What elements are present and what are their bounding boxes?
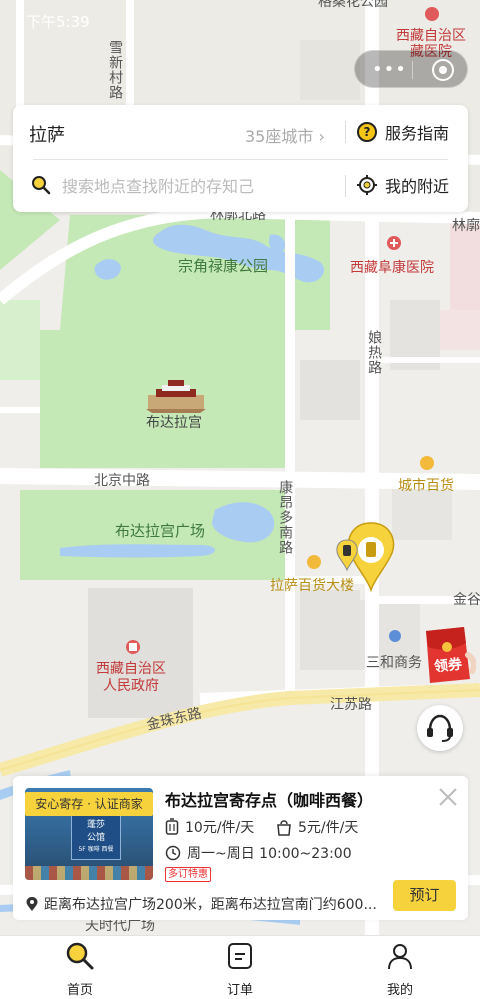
- map-view[interactable]: 宗角禄康公园 布达拉宫 布达拉宫广场 西藏自治区 藏医院 西藏阜康医院 西藏自治…: [0, 0, 480, 935]
- suitcase-icon: [165, 818, 179, 835]
- map-label-kangang-road: 康昂多南路: [277, 480, 294, 555]
- photo-sign-line2: 公馆: [86, 833, 105, 843]
- service-guide-label: 服务指南: [385, 124, 450, 143]
- map-label-potala: 布达拉宫: [146, 415, 202, 431]
- nearby-label: 我的附近: [385, 177, 450, 196]
- question-icon: ?: [357, 122, 377, 142]
- locate-icon: [357, 175, 377, 195]
- price-bag-text: 5元/件/天: [298, 820, 359, 836]
- order-icon: [228, 943, 252, 969]
- map-label-park: 宗角禄康公园: [178, 257, 269, 275]
- opening-hours-text: 周一~周日 10:00~23:00: [187, 846, 352, 862]
- coupon-button[interactable]: 领券: [420, 625, 478, 685]
- distance-text: 距离布达拉宫广场200米，距离布达拉宫南门约600...: [44, 897, 377, 913]
- more-icon[interactable]: •••: [372, 59, 407, 80]
- book-button[interactable]: 预订: [393, 880, 456, 911]
- map-label-jiangsu-road: 江苏路: [330, 697, 372, 713]
- certified-badge: 安心寄存 · 认证商家: [25, 792, 153, 816]
- city-selector[interactable]: 拉萨: [29, 121, 65, 147]
- tab-orders-label: 订单: [226, 983, 253, 998]
- search-icon: [32, 176, 51, 195]
- tab-profile[interactable]: 我的: [360, 941, 440, 998]
- service-guide-button[interactable]: ? 服务指南: [357, 120, 449, 144]
- price-luggage-text: 10元/件/天: [185, 820, 255, 836]
- photo-sign-line1: 蓬莎: [86, 820, 105, 830]
- nearby-button[interactable]: 我的附近: [357, 173, 449, 197]
- clock-icon: [165, 845, 181, 861]
- divider: [345, 121, 346, 143]
- map-label-xuexin-road: 雪新村路: [107, 40, 124, 100]
- close-icon[interactable]: [437, 786, 459, 808]
- store-name: 布达拉宫寄存点（咖啡西餐）: [165, 791, 374, 810]
- map-label-hospital-fk: 西藏阜康医院: [350, 260, 434, 276]
- divider: [33, 159, 448, 160]
- map-label-lhasa-store: 拉萨百货大楼: [270, 578, 354, 594]
- map-label-beijing-road: 北京中路: [94, 473, 150, 489]
- map-label-jingu: 金谷: [453, 592, 480, 608]
- status-time: 下午5:39: [26, 13, 90, 31]
- search-card: 拉萨 35座城市 › ? 服务指南 搜索地点查找附近的存知己 我的附近: [13, 105, 468, 212]
- gov-line1: 西藏自治区: [96, 661, 166, 677]
- map-label-times-square: 天时代广场: [85, 918, 155, 934]
- chevron-right-icon: ›: [318, 127, 325, 146]
- city-count-link[interactable]: 35座城市 ›: [245, 123, 325, 147]
- map-label-city-store: 城市百货: [398, 478, 454, 494]
- tab-home-label: 首页: [66, 983, 93, 998]
- gov-line2: 人民政府: [103, 678, 159, 694]
- price-bag: 5元/件/天: [276, 817, 358, 837]
- search-input[interactable]: [62, 175, 302, 197]
- map-label-linkuo: 林廓: [452, 218, 480, 234]
- hospital-top-line1: 西藏自治区: [396, 28, 466, 44]
- photo-decoration: [25, 866, 153, 880]
- divider: [345, 175, 346, 197]
- city-count-text: 35座城市: [245, 127, 314, 146]
- search-icon: [66, 942, 94, 970]
- map-label-square: 布达拉宫广场: [115, 522, 206, 540]
- location-pin-icon: [26, 897, 38, 911]
- store-card[interactable]: 蓬莎 公馆 5F 咖啡 西餐 安心寄存 · 认证商家 布达拉宫寄存点（咖啡西餐）: [13, 776, 468, 920]
- promo-tag: 多订特惠: [165, 867, 211, 882]
- map-label-sanhe: 三和商务: [366, 655, 422, 671]
- coupon-label: 领券: [433, 656, 463, 676]
- photo-sign-line3: 5F 咖啡 西餐: [78, 846, 114, 853]
- map-label-top-park: 格桑花公园: [318, 0, 388, 10]
- price-luggage: 10元/件/天: [165, 817, 254, 837]
- app-screen: 宗角禄康公园 布达拉宫 布达拉宫广场 西藏自治区 藏医院 西藏阜康医院 西藏自治…: [0, 0, 480, 999]
- map-label-niangre-road: 娘热路: [366, 330, 383, 375]
- headset-icon: [427, 714, 453, 742]
- photo-sign: 蓬莎 公馆 5F 咖啡 西餐: [71, 814, 121, 860]
- bag-icon: [277, 820, 291, 836]
- tab-orders[interactable]: 订单: [200, 941, 280, 998]
- tab-profile-label: 我的: [386, 983, 413, 998]
- miniprogram-capsule: •••: [354, 50, 468, 88]
- distance-info: 距离布达拉宫广场200米，距离布达拉宫南门约600...: [25, 894, 385, 914]
- customer-service-button[interactable]: [417, 705, 463, 751]
- close-miniprogram-icon[interactable]: [432, 59, 454, 81]
- capsule-divider: [412, 61, 413, 79]
- map-label-government: 西藏自治区 人民政府: [96, 661, 166, 695]
- tab-home[interactable]: 首页: [40, 941, 120, 998]
- user-icon: [388, 944, 412, 970]
- tab-bar: 首页 订单 我的: [0, 935, 480, 999]
- opening-hours: 周一~周日 10:00~23:00: [165, 843, 352, 863]
